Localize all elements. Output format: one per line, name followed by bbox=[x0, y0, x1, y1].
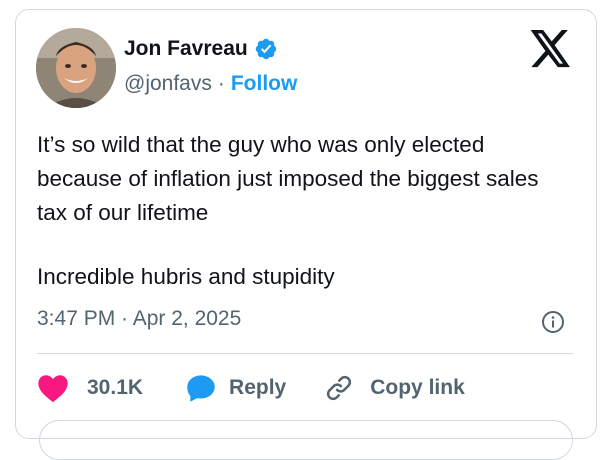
author-name[interactable]: Jon Favreau bbox=[124, 37, 248, 61]
divider bbox=[37, 353, 573, 354]
reply-bubble-icon bbox=[187, 375, 215, 402]
like-count: 30.1K bbox=[87, 376, 144, 399]
separator-dot: · bbox=[217, 72, 225, 95]
heart-icon bbox=[38, 375, 68, 403]
tweet-timestamp[interactable]: 3:47 PM · Apr 2, 2025 bbox=[37, 307, 241, 331]
action-bar: 30.1K Reply Copy link bbox=[37, 368, 465, 408]
link-icon bbox=[327, 375, 352, 401]
copy-link-label: Copy link bbox=[370, 376, 465, 399]
tweet-text: It’s so wild that the guy who was only e… bbox=[37, 128, 567, 294]
tweet-paragraph: Incredible hubris and stupidity bbox=[37, 264, 335, 289]
read-replies-button[interactable] bbox=[39, 420, 573, 460]
reply-button[interactable]: Reply bbox=[185, 372, 286, 404]
author-handle-line: @jonfavs · Follow bbox=[124, 72, 297, 96]
author-handle[interactable]: @jonfavs bbox=[124, 72, 212, 96]
follow-button[interactable]: Follow bbox=[231, 72, 298, 96]
like-button[interactable]: 30.1K bbox=[37, 373, 143, 403]
author-name-line: Jon Favreau bbox=[124, 37, 278, 61]
verified-badge-icon bbox=[255, 38, 276, 60]
info-icon[interactable] bbox=[541, 310, 565, 334]
copy-link-button[interactable]: Copy link bbox=[324, 373, 465, 403]
tweet-paragraph: It’s so wild that the guy who was only e… bbox=[37, 132, 539, 225]
avatar-photo bbox=[36, 28, 116, 108]
reply-label: Reply bbox=[229, 376, 287, 399]
avatar[interactable] bbox=[36, 28, 116, 108]
x-logo-icon[interactable] bbox=[530, 30, 572, 68]
